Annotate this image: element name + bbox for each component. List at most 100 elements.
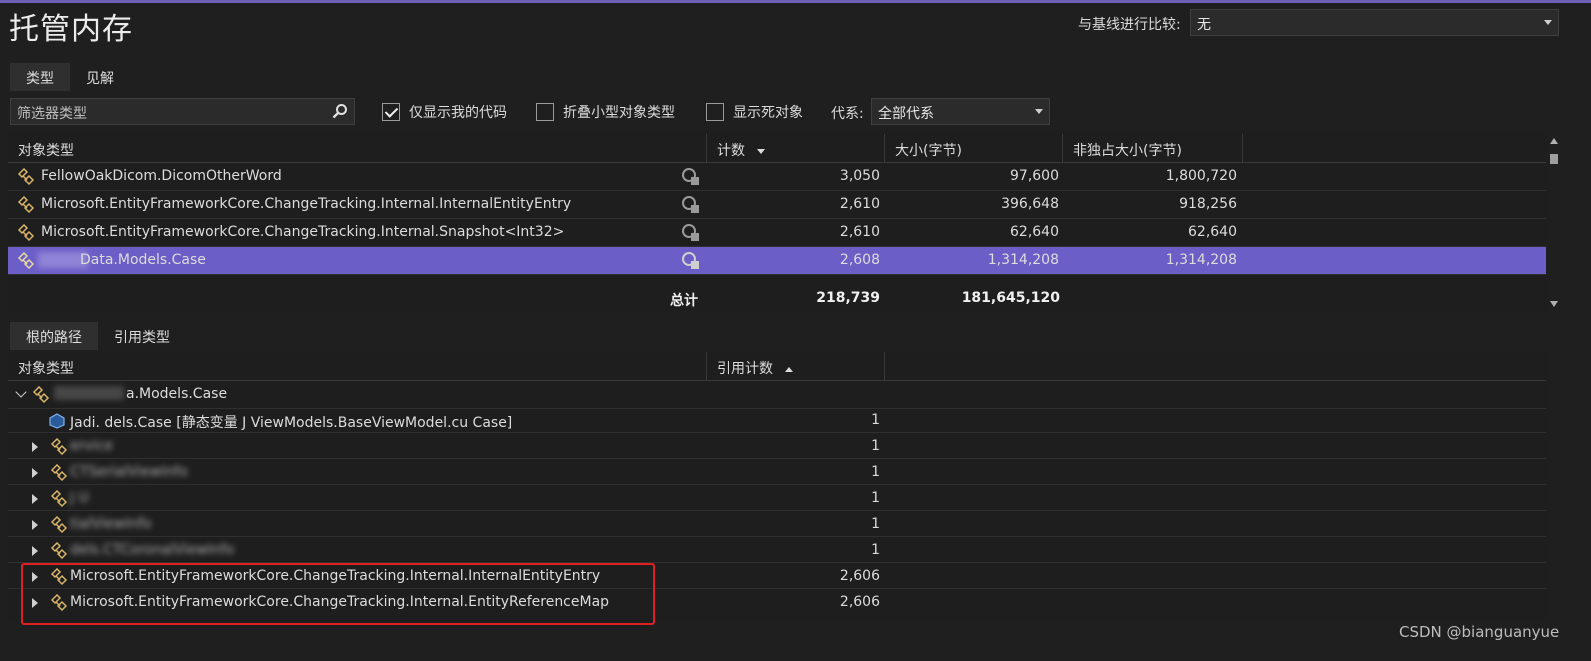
column-header-size[interactable]: 大小(字节) xyxy=(885,134,1063,162)
redacted-namespace xyxy=(54,386,124,400)
generation-label: 代系: xyxy=(831,106,864,122)
expand-icon[interactable] xyxy=(32,494,38,504)
tree-row[interactable]: CTSerialViewInfo 1 xyxy=(8,459,1546,485)
class-type-icon xyxy=(32,386,50,404)
tree-node-label: Jadi. dels.Case [静态变量 J ViewModels.BaseV… xyxy=(70,415,513,431)
table-row[interactable]: FellowOakDicom.DicomOtherWord 3,050 97,6… xyxy=(8,163,1546,191)
column-header-inclusive-size[interactable]: 非独占大小(字节) xyxy=(1063,134,1243,162)
scroll-down-icon[interactable] xyxy=(1550,301,1558,307)
class-type-icon xyxy=(17,224,35,242)
expand-icon[interactable] xyxy=(32,468,38,478)
checkbox-checked-icon[interactable] xyxy=(382,103,400,121)
gc-root-icon xyxy=(682,168,699,185)
type-filter-input[interactable]: 筛选器类型 xyxy=(10,98,355,125)
inclusive-size-value: 1,800,720 xyxy=(1165,168,1237,184)
tree-root-row[interactable]: a.Models.Case xyxy=(8,381,1546,409)
checkbox-unchecked-icon[interactable] xyxy=(536,103,554,121)
type-name: Data.Models.Case xyxy=(80,252,206,268)
count-value: 2,610 xyxy=(839,196,880,212)
ref-count-value: 1 xyxy=(871,464,880,480)
ref-count-value: 1 xyxy=(871,412,880,428)
gc-root-icon xyxy=(682,252,699,269)
column-header-type[interactable]: 对象类型 xyxy=(8,134,707,162)
gc-root-icon xyxy=(682,224,699,241)
table-row[interactable]: Microsoft.EntityFrameworkCore.ChangeTrac… xyxy=(8,191,1546,219)
tree-node-label: ervice xyxy=(70,438,113,454)
size-value: 1,314,208 xyxy=(987,252,1059,268)
count-value: 3,050 xyxy=(839,168,880,184)
tab-insights[interactable]: 见解 xyxy=(70,63,130,91)
types-grid-scrollbar[interactable] xyxy=(1547,134,1561,311)
ref-count-header-label: 引用计数 xyxy=(717,361,773,377)
tree-row[interactable]: tialViewInfo 1 xyxy=(8,511,1546,537)
expand-icon[interactable] xyxy=(32,520,38,530)
ref-count-value: 1 xyxy=(871,490,880,506)
expand-icon[interactable] xyxy=(32,546,38,556)
class-type-icon xyxy=(50,542,68,560)
page-title: 托管内存 xyxy=(9,12,133,47)
ref-count-value: 1 xyxy=(871,438,880,454)
static-variable-icon xyxy=(49,413,65,429)
chevron-down-icon xyxy=(1544,20,1552,25)
size-value: 97,600 xyxy=(1010,168,1059,184)
tab-paths-to-root[interactable]: 根的路径 xyxy=(10,322,98,350)
class-type-icon xyxy=(50,464,68,482)
bottom-tabs: 根的路径 引用类型 xyxy=(10,322,186,350)
table-row[interactable]: Microsoft.EntityFrameworkCore.ChangeTrac… xyxy=(8,219,1546,247)
total-count: 218,739 xyxy=(816,290,880,306)
class-type-icon xyxy=(17,168,35,186)
ref-count-value: 1 xyxy=(871,542,880,558)
collapse-small-types-checkbox[interactable]: 折叠小型对象类型 xyxy=(536,102,675,122)
expand-icon[interactable] xyxy=(32,442,38,452)
tree-node-label: tialViewInfo xyxy=(70,516,152,532)
inclusive-size-value: 1,314,208 xyxy=(1165,252,1237,268)
sort-descending-icon xyxy=(757,148,766,154)
count-value: 2,610 xyxy=(839,224,880,240)
highlight-annotation-box xyxy=(21,563,655,625)
tree-row[interactable]: dels.CTCoronalViewInfo 1 xyxy=(8,537,1546,563)
gc-root-icon xyxy=(682,196,699,213)
column-header-count[interactable]: 计数 xyxy=(707,134,885,162)
scrollbar-thumb[interactable] xyxy=(1550,154,1558,164)
type-name: Microsoft.EntityFrameworkCore.ChangeTrac… xyxy=(41,224,565,240)
tree-node-label: dels.CTCoronalViewInfo xyxy=(70,542,235,558)
generation-select[interactable]: 全部代系 xyxy=(871,98,1050,125)
show-dead-objects-checkbox[interactable]: 显示死对象 xyxy=(706,102,803,122)
type-name: FellowOakDicom.DicomOtherWord xyxy=(41,168,282,184)
compare-baseline-select[interactable]: 无 xyxy=(1190,9,1559,36)
table-row-selected[interactable]: Data.Models.Case 2,608 1,314,208 1,314,2… xyxy=(8,247,1546,275)
column-header-type[interactable]: 对象类型 xyxy=(8,352,707,380)
search-icon[interactable] xyxy=(332,103,348,119)
tree-node-label: CTSerialViewInfo xyxy=(70,464,188,480)
ref-count-value: 1 xyxy=(871,516,880,532)
filter-toolbar: 筛选器类型 仅显示我的代码 折叠小型对象类型 显示死对象 代系: 全部代系 xyxy=(9,98,1559,126)
watermark: CSDN @bianguanyue xyxy=(1399,623,1560,641)
tree-node-label: J U xyxy=(70,490,89,506)
chevron-down-icon xyxy=(1035,109,1043,114)
tree-row[interactable]: J U 1 xyxy=(8,485,1546,511)
tree-node-label: a.Models.Case xyxy=(126,386,228,402)
class-type-icon xyxy=(50,438,68,456)
tree-row[interactable]: Jadi. dels.Case [静态变量 J ViewModels.BaseV… xyxy=(8,407,1546,433)
ref-count-value: 2,606 xyxy=(839,594,880,610)
compare-value: 无 xyxy=(1197,17,1211,33)
ref-count-value: 2,606 xyxy=(839,568,880,584)
count-header-label: 计数 xyxy=(717,143,745,159)
tree-row[interactable]: ervice 1 xyxy=(8,433,1546,459)
column-header-ref-count[interactable]: 引用计数 xyxy=(707,352,885,380)
filter-placeholder: 筛选器类型 xyxy=(17,106,87,122)
total-label: 总计 xyxy=(670,293,698,309)
checkbox-unchecked-icon[interactable] xyxy=(706,103,724,121)
just-my-code-checkbox[interactable]: 仅显示我的代码 xyxy=(382,102,507,122)
size-value: 62,640 xyxy=(1010,224,1059,240)
collapse-icon[interactable] xyxy=(15,386,27,398)
tab-referenced-types[interactable]: 引用类型 xyxy=(98,322,186,350)
class-type-icon xyxy=(50,490,68,508)
class-type-icon xyxy=(17,196,35,214)
tab-types[interactable]: 类型 xyxy=(10,63,70,91)
class-type-icon xyxy=(17,252,35,270)
total-row: 总计 218,739 181,645,120 xyxy=(8,285,1546,313)
inclusive-size-value: 918,256 xyxy=(1179,196,1237,212)
scroll-up-icon[interactable] xyxy=(1550,138,1558,144)
collapse-small-types-label: 折叠小型对象类型 xyxy=(563,105,675,121)
